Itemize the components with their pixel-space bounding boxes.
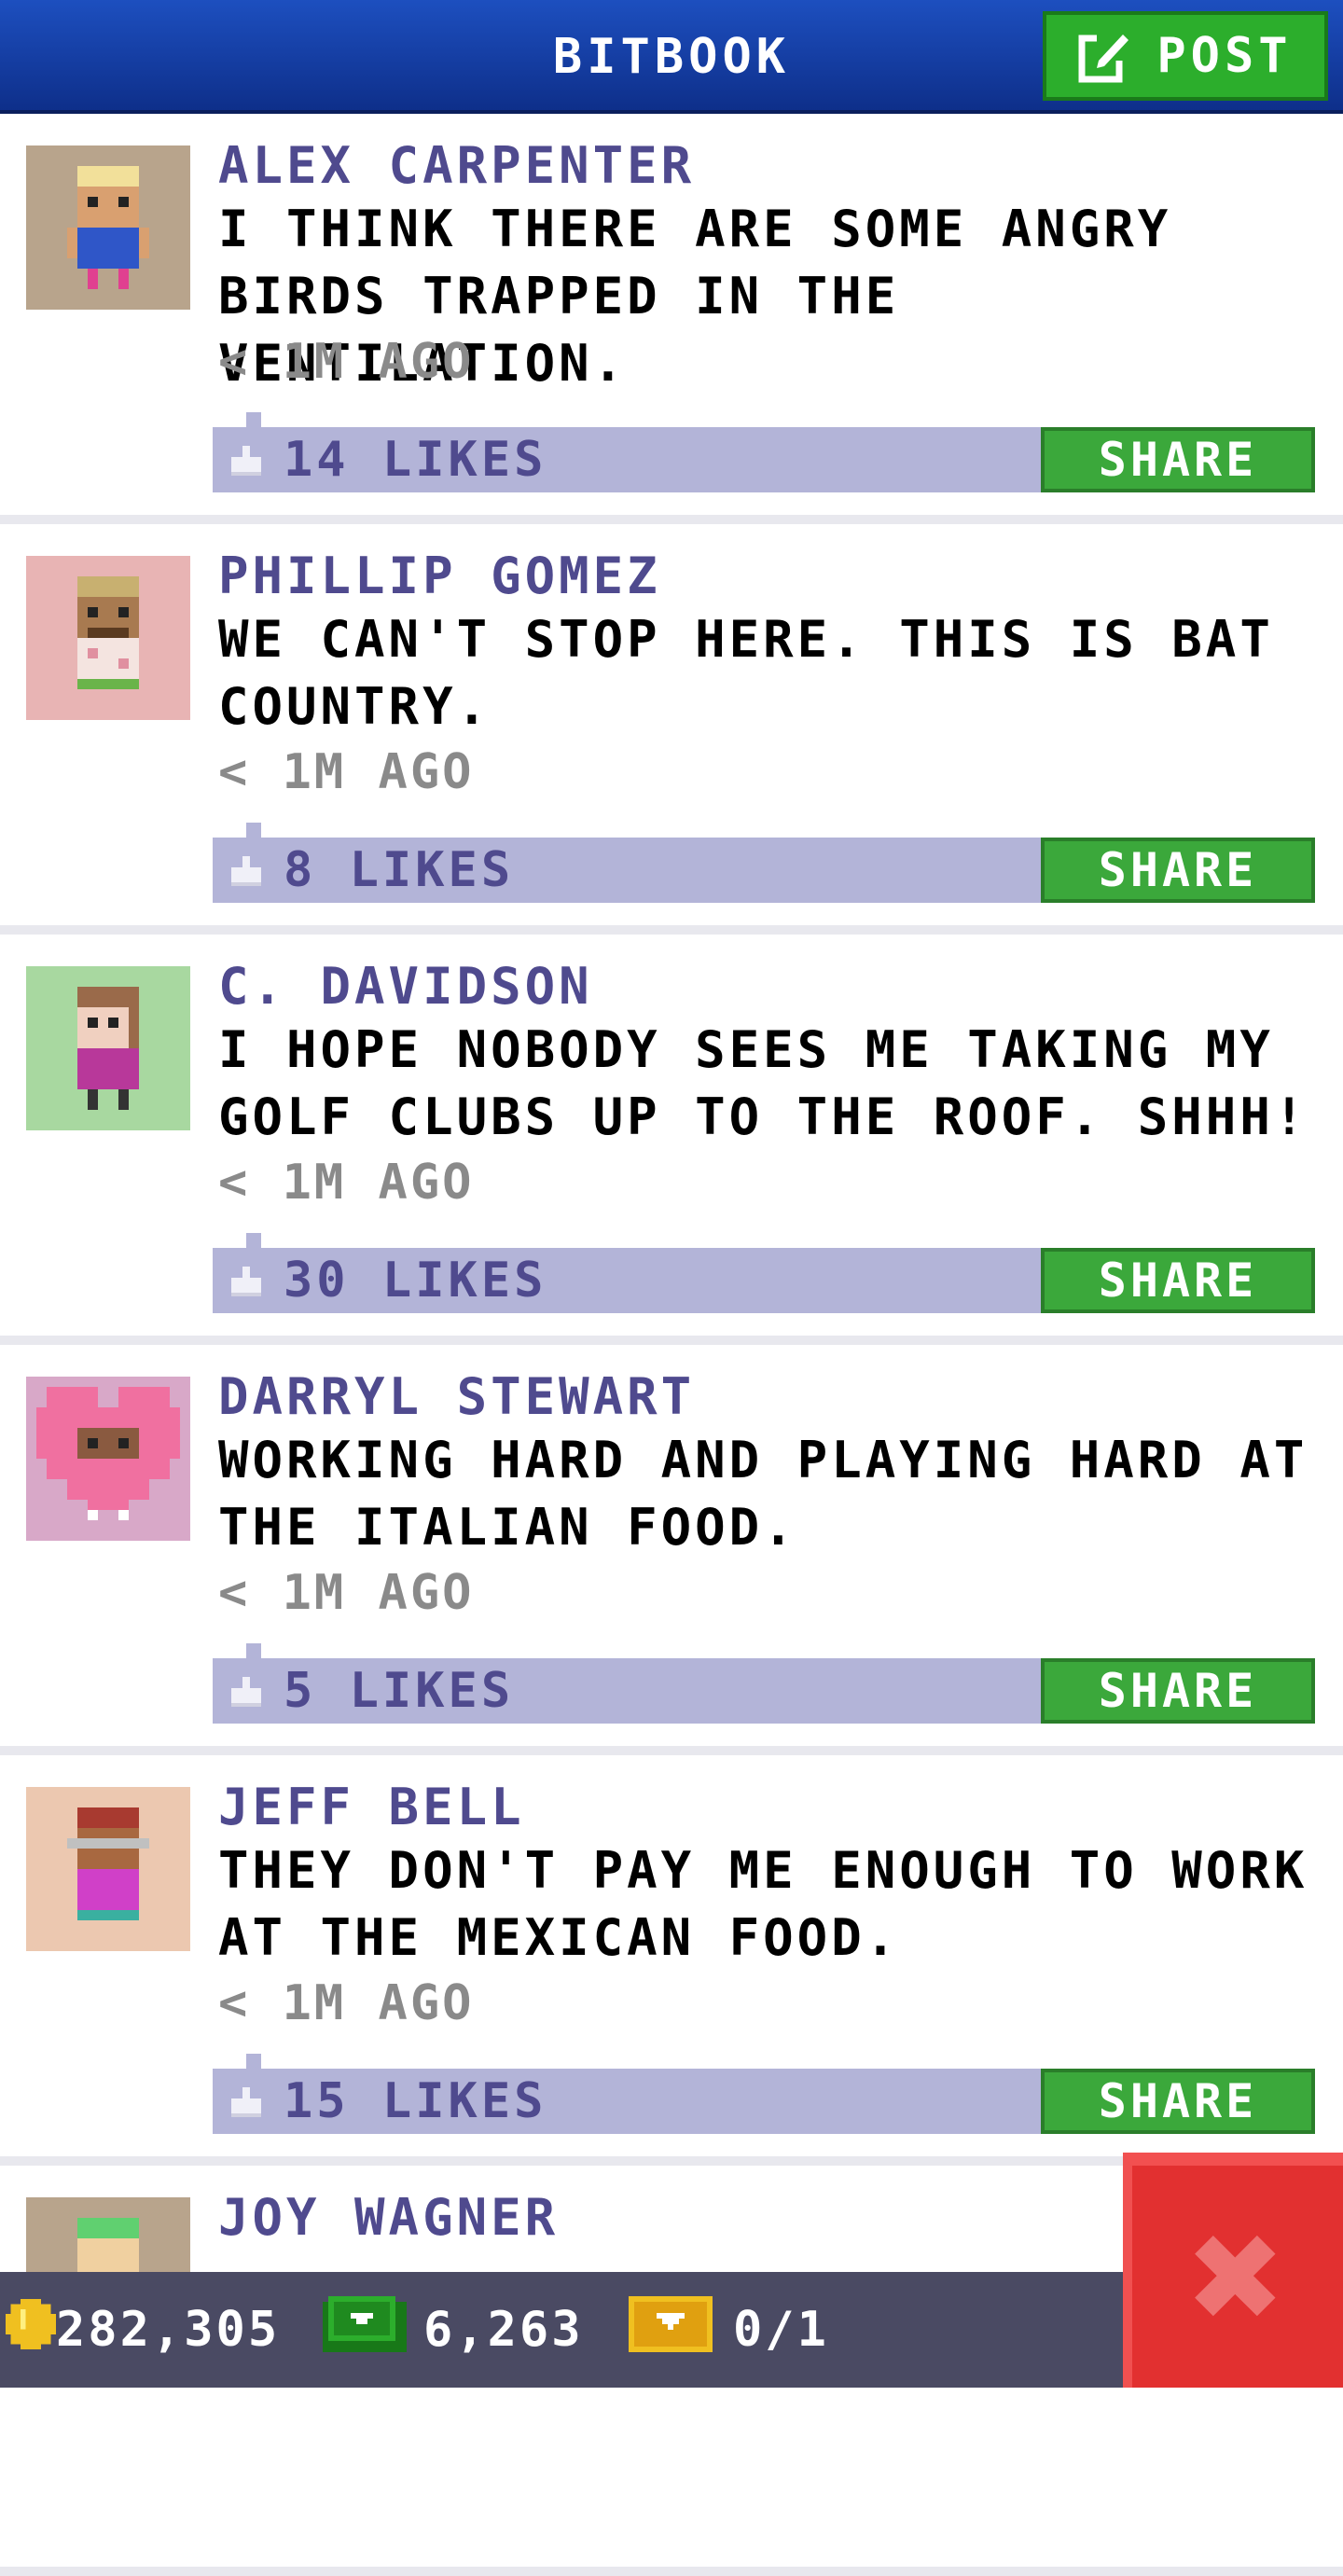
likes-bar: 8 LIKES SHARE: [213, 823, 1315, 903]
avatar[interactable]: [26, 1787, 190, 1951]
post-author[interactable]: ALEX CARPENTER: [218, 136, 695, 195]
close-button[interactable]: ✖: [1123, 2153, 1343, 2388]
post-author[interactable]: JOY WAGNER: [218, 2188, 559, 2247]
post-timestamp: < 1M AGO: [218, 334, 475, 390]
tickets-display: 0/1: [629, 2272, 829, 2388]
feed-post: PHILLIP GOMEZ WE CAN'T STOP HERE. THIS I…: [0, 524, 1343, 935]
likes-bar: 30 LIKES SHARE: [213, 1233, 1315, 1313]
share-button[interactable]: SHARE: [1041, 427, 1315, 492]
post-author[interactable]: JEFF BELL: [218, 1778, 525, 1836]
post-button-label: POST: [1156, 28, 1293, 84]
coins-display: 282,305: [6, 2272, 280, 2388]
likes-bar-tab: [246, 823, 261, 838]
thumbs-up-icon[interactable]: [228, 1263, 265, 1304]
avatar[interactable]: [26, 966, 190, 1130]
likes-bar-tab: [246, 2054, 261, 2069]
close-icon: ✖: [1189, 2184, 1286, 2369]
feed-post: ALEX CARPENTER I THINK THERE ARE SOME AN…: [0, 114, 1343, 524]
feed-post: C. DAVIDSON I HOPE NOBODY SEES ME TAKING…: [0, 935, 1343, 1345]
likes-count: 14 LIKES: [284, 432, 547, 488]
post-timestamp: < 1M AGO: [218, 1155, 475, 1211]
post-author[interactable]: C. DAVIDSON: [218, 957, 593, 1016]
coin-icon: [6, 2298, 56, 2361]
post-text: THEY DON'T PAY ME ENOUGH TO WORK AT THE …: [218, 1841, 1308, 1967]
post-text: WE CAN'T STOP HERE. THIS IS BAT COUNTRY.: [218, 610, 1274, 736]
post-author[interactable]: PHILLIP GOMEZ: [218, 547, 661, 605]
likes-count: 8 LIKES: [284, 842, 515, 898]
header-bar: BITBOOK POST: [0, 0, 1343, 114]
feed-post: JEFF BELL THEY DON'T PAY ME ENOUGH TO WO…: [0, 1755, 1343, 2166]
likes-bar: 14 LIKES SHARE: [213, 412, 1315, 492]
post-text: WORKING HARD AND PLAYING HARD AT THE ITA…: [218, 1431, 1308, 1557]
likes-count: 5 LIKES: [284, 1663, 515, 1719]
likes-count: 15 LIKES: [284, 2073, 547, 2129]
thumbs-up-icon[interactable]: [228, 852, 265, 893]
thumbs-up-icon[interactable]: [228, 2084, 265, 2125]
likes-bar: 15 LIKES SHARE: [213, 2054, 1315, 2134]
ticket-icon: [629, 2295, 713, 2365]
avatar[interactable]: [26, 556, 190, 720]
likes-bar-tab: [246, 1233, 261, 1248]
share-button[interactable]: SHARE: [1041, 1248, 1315, 1313]
post-timestamp: < 1M AGO: [218, 1975, 475, 2031]
post-timestamp: < 1M AGO: [218, 744, 475, 800]
coins-count: 282,305: [56, 2302, 281, 2358]
compose-icon: [1078, 29, 1132, 83]
likes-bar-tab: [246, 1643, 261, 1658]
post-timestamp: < 1M AGO: [218, 1565, 475, 1621]
post-button[interactable]: POST: [1043, 11, 1328, 101]
likes-count: 30 LIKES: [284, 1253, 547, 1309]
post-text: I HOPE NOBODY SEES ME TAKING MY GOLF CLU…: [218, 1020, 1308, 1146]
thumbs-up-icon[interactable]: [228, 1673, 265, 1714]
likes-bar-tab: [246, 412, 261, 427]
bux-count: 6,263: [423, 2302, 584, 2358]
share-button[interactable]: SHARE: [1041, 1658, 1315, 1724]
post-author[interactable]: DARRYL STEWART: [218, 1367, 695, 1426]
feed-post: DARRYL STEWART WORKING HARD AND PLAYING …: [0, 1345, 1343, 1755]
bux-display: 6,263: [323, 2272, 584, 2388]
avatar[interactable]: [26, 1377, 190, 1541]
avatar[interactable]: [26, 145, 190, 310]
bux-icon: [323, 2295, 407, 2365]
share-button[interactable]: SHARE: [1041, 838, 1315, 903]
likes-bar: 5 LIKES SHARE: [213, 1643, 1315, 1724]
tickets-count: 0/1: [733, 2302, 829, 2358]
thumbs-up-icon[interactable]: [228, 442, 265, 483]
share-button[interactable]: SHARE: [1041, 2069, 1315, 2134]
